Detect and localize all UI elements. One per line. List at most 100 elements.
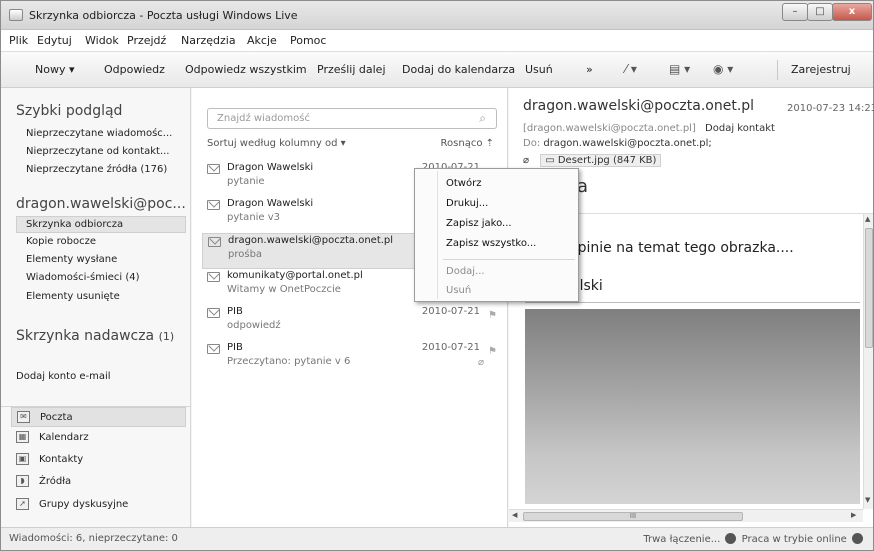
message-from: komunikaty@portal.onet.pl	[227, 270, 363, 281]
attached-image-preview	[525, 309, 860, 504]
module-feeds[interactable]: ◗ Źródła	[11, 472, 186, 492]
scroll-down-arrow[interactable]: ▼	[865, 496, 870, 504]
flag-icon[interactable]: ⚑	[488, 310, 497, 321]
module-contacts[interactable]: ▣ Kontakty	[11, 450, 186, 470]
newsgroup-icon: ➚	[16, 498, 29, 510]
menu-help[interactable]: Pomoc	[290, 34, 326, 47]
message-row[interactable]: PIB Przeczytano: pytanie v 6 2010-07-21 …	[202, 341, 502, 377]
flag-icon[interactable]: ⚑	[488, 346, 497, 357]
more-button[interactable]: »	[586, 63, 593, 76]
quick-view-unread-messages[interactable]: Nieprzeczytane wiadomośc...	[26, 128, 172, 139]
menu-file[interactable]: Plik	[9, 34, 28, 47]
menu-item-open[interactable]: Otwórz	[446, 178, 481, 189]
menu-item-save-all[interactable]: Zapisz wszystko...	[446, 238, 536, 249]
message-subject: pytanie	[227, 176, 265, 187]
message-from: PIB	[227, 306, 243, 317]
maximize-button[interactable]: □	[807, 3, 833, 21]
quick-view-unread-contacts[interactable]: Nieprzeczytane od kontakt...	[26, 146, 170, 157]
folder-deleted[interactable]: Elementy usunięte	[26, 291, 120, 302]
account-title[interactable]: dragon.wawelski@poc...	[16, 196, 186, 212]
menu-item-print[interactable]: Drukuj...	[446, 198, 488, 209]
message-subject: Przeczytano: pytanie v 6	[227, 356, 351, 367]
add-email-account-link[interactable]: Dodaj konto e-mail	[16, 371, 111, 382]
reading-to: Do: dragon.wawelski@poczta.onet.pl;	[523, 138, 712, 149]
calendar-icon: ▦	[16, 431, 29, 443]
envelope-icon	[207, 200, 220, 210]
search-box[interactable]: Znajdź wiadomość ⌕	[207, 108, 497, 129]
toolbar: Nowy ▾ Odpowiedz Odpowiedz wszystkim Prz…	[1, 52, 873, 88]
reading-pane: dragon.wawelski@poczta.onet.pl 2010-07-2…	[509, 88, 874, 527]
folder-drafts[interactable]: Kopie robocze	[26, 236, 96, 247]
vertical-scroll-thumb[interactable]	[865, 228, 873, 348]
module-mail[interactable]: ✉ Poczta	[11, 407, 186, 427]
add-to-calendar-button[interactable]: Dodaj do kalendarza	[402, 63, 515, 76]
contacts-icon: ▣	[16, 453, 29, 465]
message-subject: Witamy w OnetPoczcie	[227, 284, 341, 295]
online-mode-toggle[interactable]: Praca w trybie online	[742, 534, 847, 545]
scroll-up-arrow[interactable]: ▲	[865, 215, 870, 223]
globe-icon	[852, 533, 863, 544]
menu-item-save-as[interactable]: Zapisz jako...	[446, 218, 512, 229]
add-contact-link[interactable]: Dodaj kontakt	[705, 123, 775, 134]
feed-icon: ◗	[16, 475, 29, 487]
search-icon[interactable]: ⌕	[479, 111, 486, 126]
horizontal-scroll-thumb[interactable]: III	[523, 512, 743, 521]
menu-item-delete[interactable]: Usuń	[446, 285, 471, 296]
pen-icon[interactable]: ⁄ ▾	[625, 62, 637, 76]
body-text-line: opinie na temat tego obrazka....	[569, 240, 794, 256]
to-value: dragon.wawelski@poczta.onet.pl;	[543, 138, 712, 149]
mail-app-icon	[9, 9, 23, 21]
menu-tools[interactable]: Narzędzia	[181, 34, 236, 47]
search-input[interactable]: Znajdź wiadomość	[217, 113, 310, 124]
help-icon[interactable]: ◉ ▾	[713, 62, 733, 76]
message-subject: pytanie v3	[227, 212, 281, 223]
close-button[interactable]: x	[832, 3, 872, 21]
menu-edit[interactable]: Edytuj	[37, 34, 72, 47]
menu-bar: Plik Edytuj Widok Przejdź Narzędzia Akcj…	[1, 30, 873, 52]
register-button[interactable]: Zarejestruj	[791, 63, 851, 76]
sort-column-dropdown[interactable]: Sortuj według kolumny od ▾	[207, 138, 346, 149]
reply-all-button[interactable]: Odpowiedz wszystkim	[185, 63, 307, 76]
message-subject: odpowiedź	[227, 320, 281, 331]
reading-sender: dragon.wawelski@poczta.onet.pl	[523, 98, 755, 114]
body-divider	[525, 302, 860, 303]
delete-button[interactable]: Usuń	[525, 63, 553, 76]
message-row[interactable]: PIB odpowiedź 2010-07-21 ⚑	[202, 305, 502, 341]
menu-go[interactable]: Przejdź	[127, 34, 166, 47]
status-bar: Wiadomości: 6, nieprzeczytane: 0 Trwa łą…	[1, 527, 873, 550]
paperclip-icon: ⌀	[477, 357, 484, 368]
horizontal-scrollbar[interactable]: ◀ III ▶	[509, 509, 863, 522]
new-button[interactable]: Nowy ▾	[35, 63, 75, 76]
outbox-title[interactable]: Skrzynka nadawcza (1)	[16, 328, 174, 344]
reply-button[interactable]: Odpowiedz	[104, 63, 165, 76]
attachment-item[interactable]: ▭ Desert.jpg (847 KB)	[540, 154, 662, 167]
attachment-row: ⌀ ▭ Desert.jpg (847 KB)	[523, 154, 662, 167]
menu-separator	[443, 259, 575, 260]
sort-order-toggle[interactable]: Rosnąco ⇡	[441, 138, 494, 149]
module-calendar[interactable]: ▦ Kalendarz	[11, 428, 186, 448]
folder-inbox[interactable]: Skrzynka odbiorcza	[16, 216, 186, 233]
scroll-right-arrow[interactable]: ▶	[851, 511, 856, 519]
folder-junk[interactable]: Wiadomości-śmieci (4)	[26, 272, 140, 283]
quick-view-title[interactable]: Szybki podgląd	[16, 103, 122, 119]
connection-status: Trwa łączenie... Praca w trybie online	[643, 533, 865, 545]
menu-actions[interactable]: Akcje	[247, 34, 277, 47]
vertical-scrollbar[interactable]: ▲ ▼	[863, 214, 873, 509]
folder-pane: Szybki podgląd Nieprzeczytane wiadomośc.…	[1, 88, 191, 527]
globe-icon	[725, 533, 737, 544]
paperclip-icon: ⌀	[523, 155, 530, 166]
forward-button[interactable]: Prześlij dalej	[317, 63, 386, 76]
module-newsgroups[interactable]: ➚ Grupy dyskusyjne	[11, 495, 186, 515]
quick-view-unread-feeds[interactable]: Nieprzeczytane źródła (176)	[26, 164, 167, 175]
message-subject: prośba	[228, 249, 263, 260]
folder-sent[interactable]: Elementy wysłane	[26, 254, 117, 265]
minimize-button[interactable]: –	[782, 3, 808, 21]
print-icon[interactable]: ▤ ▾	[669, 62, 690, 76]
menu-item-add[interactable]: Dodaj...	[446, 266, 485, 277]
mail-window: Skrzynka odbiorcza - Poczta usługi Windo…	[0, 0, 874, 551]
menu-view[interactable]: Widok	[85, 34, 119, 47]
reading-address: [dragon.wawelski@poczta.onet.pl] Dodaj k…	[523, 123, 775, 134]
window-title: Skrzynka odbiorcza - Poczta usługi Windo…	[29, 9, 298, 22]
envelope-icon	[207, 272, 220, 282]
scroll-left-arrow[interactable]: ◀	[512, 511, 517, 519]
